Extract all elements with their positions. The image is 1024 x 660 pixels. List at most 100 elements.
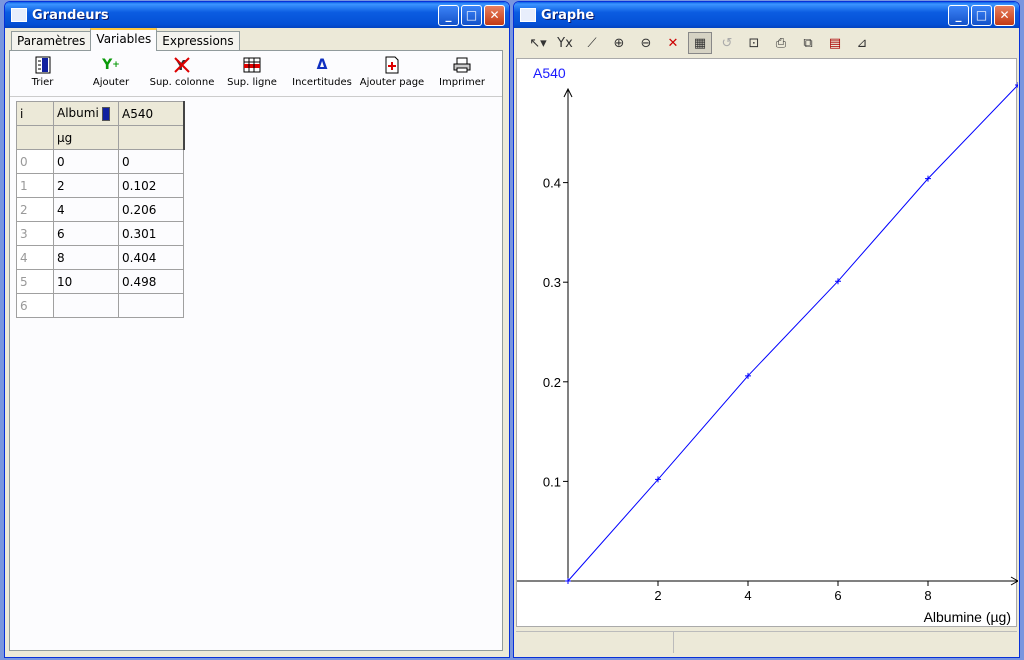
data-cell[interactable]: 6 [53,221,119,246]
data-cell[interactable]: 0.301 [118,221,184,246]
data-cell[interactable]: 0 [118,149,184,174]
sort-icon [33,55,53,75]
zoom-reset-icon[interactable]: ✕ [661,32,685,54]
graphe-titlebar[interactable]: Graphe _ □ ✕ [514,2,1019,28]
table-row: 5 10 0.498 [16,269,184,294]
table-row: 4 8 0.404 [16,245,184,270]
y-tick-label: 0.2 [543,375,561,390]
delete-row-icon [242,55,262,75]
status-bar [516,631,1017,653]
sort-button[interactable]: Trier [10,55,75,96]
cursor-icon[interactable]: ↖▾ [526,32,550,54]
table-row: 2 4 0.206 [16,197,184,222]
close-button[interactable]: ✕ [484,4,505,26]
table-row: 1 2 0.102 [16,173,184,198]
zoom-in-icon[interactable]: ⊕ [607,32,631,54]
add-label: Ajouter [92,77,130,88]
maximize-button[interactable]: □ [971,4,992,26]
data-cell[interactable]: 0 [53,149,119,174]
x-tick-label: 8 [924,588,931,603]
grandeurs-window: Grandeurs _ □ ✕ Paramètres Variables Exp… [4,1,510,658]
column-header-a540[interactable]: A540 [118,101,185,126]
close-button[interactable]: ✕ [994,4,1015,26]
axes-select-icon[interactable]: Yx [553,32,577,54]
unit-cell[interactable] [118,125,185,150]
delete-column-button[interactable]: Y Sup. colonne [147,55,217,96]
y-tick-label: 0.1 [543,474,561,489]
series-line [567,84,1019,582]
add-page-label: Ajouter page [359,77,425,88]
tab-variables[interactable]: Variables [90,28,158,51]
data-cell[interactable]: 10 [53,269,119,294]
data-cell[interactable] [118,293,184,318]
unit-index-cell [16,125,54,150]
table-window-icon [11,8,27,22]
row-index: 5 [16,269,54,294]
tab-parametres[interactable]: Paramètres [11,31,92,51]
data-cell[interactable]: 0.206 [118,197,184,222]
delete-column-label: Sup. colonne [149,77,215,88]
film-icon[interactable]: ▤ [823,32,847,54]
header-row: i Albumi A540 [16,101,185,126]
add-page-button[interactable]: Ajouter page [357,55,427,96]
row-index: 1 [16,173,54,198]
printer-icon [452,55,472,75]
graph-area[interactable]: 2 4 6 8 0.1 0.2 0.3 0.4 A540 Albumine (µg) [516,58,1019,628]
fit-line-icon[interactable]: ⟋ [580,32,604,54]
unit-row: µg [16,125,185,150]
tab-expressions[interactable]: Expressions [156,31,240,51]
data-cell[interactable]: 4 [53,197,119,222]
column-header-albumine[interactable]: Albumi [53,101,119,126]
copy-icon[interactable]: ⧉ [796,32,820,54]
variables-panel: Trier Y+ Ajouter Y Sup. colonne Sup. lig… [9,50,503,651]
row-index: 6 [16,293,54,318]
row-index: 4 [16,245,54,270]
table-row: 0 0 0 [16,149,184,174]
data-cell[interactable]: 0.404 [118,245,184,270]
unit-cell[interactable]: µg [53,125,119,150]
grandeurs-titlebar[interactable]: Grandeurs _ □ ✕ [5,2,509,28]
minimize-button[interactable]: _ [948,4,969,26]
y-tick-label: 0.3 [543,275,561,290]
variables-table: i Albumi A540 µg 0 0 0 1 2 0.102 2 4 0.2… [16,101,185,318]
print-button[interactable]: Imprimer [427,55,497,96]
row-index: 2 [16,197,54,222]
x-tick-label: 4 [744,588,751,603]
minimize-button[interactable]: _ [438,4,459,26]
grid-icon[interactable]: ▦ [688,32,712,54]
tangent-icon[interactable]: ⊿ [850,32,874,54]
data-cell[interactable]: 2 [53,173,119,198]
tab-strip: Paramètres Variables Expressions [11,28,240,51]
uncertainties-label: Incertitudes [292,77,352,88]
print-icon[interactable]: ⎙ [769,32,793,54]
model-icon[interactable]: ⊡ [742,32,766,54]
delete-column-icon: Y [172,55,192,75]
undo-icon[interactable]: ↺ [715,32,739,54]
data-cell[interactable]: 8 [53,245,119,270]
x-tick-label: 6 [834,588,841,603]
add-page-icon [382,55,402,75]
zoom-out-icon[interactable]: ⊖ [634,32,658,54]
axes: 2 4 6 8 0.1 0.2 0.3 0.4 [517,87,1019,603]
status-cell [674,632,1017,653]
y-tick-label: 0.4 [543,176,561,191]
add-variable-button[interactable]: Y + Ajouter [75,55,147,96]
data-cell[interactable]: 0.498 [118,269,184,294]
column-resize-handle[interactable] [101,106,110,121]
maximize-button[interactable]: □ [461,4,482,26]
graphe-title: Graphe [541,7,595,23]
uncertainties-button[interactable]: Δ Incertitudes [287,55,357,96]
data-cell[interactable] [53,293,119,318]
print-label: Imprimer [439,77,485,88]
table-row: 6 [16,293,184,318]
row-index: 0 [16,149,54,174]
delete-row-button[interactable]: Sup. ligne [217,55,287,96]
x-axis-label: Albumine (µg) [924,609,1011,625]
data-cell[interactable]: 0.102 [118,173,184,198]
chart-svg[interactable]: 2 4 6 8 0.1 0.2 0.3 0.4 A540 Albumine (µg) [517,59,1019,628]
grandeurs-title: Grandeurs [32,7,109,23]
delete-row-label: Sup. ligne [227,77,277,88]
variables-toolbar: Trier Y+ Ajouter Y Sup. colonne Sup. lig… [10,51,502,97]
y-axis-label: A540 [533,65,566,81]
graphe-window: Graphe _ □ ✕ ↖▾ Yx ⟋ ⊕ ⊖ ✕ ▦ ↺ ⊡ ⎙ ⧉ ▤ ⊿… [513,1,1020,658]
